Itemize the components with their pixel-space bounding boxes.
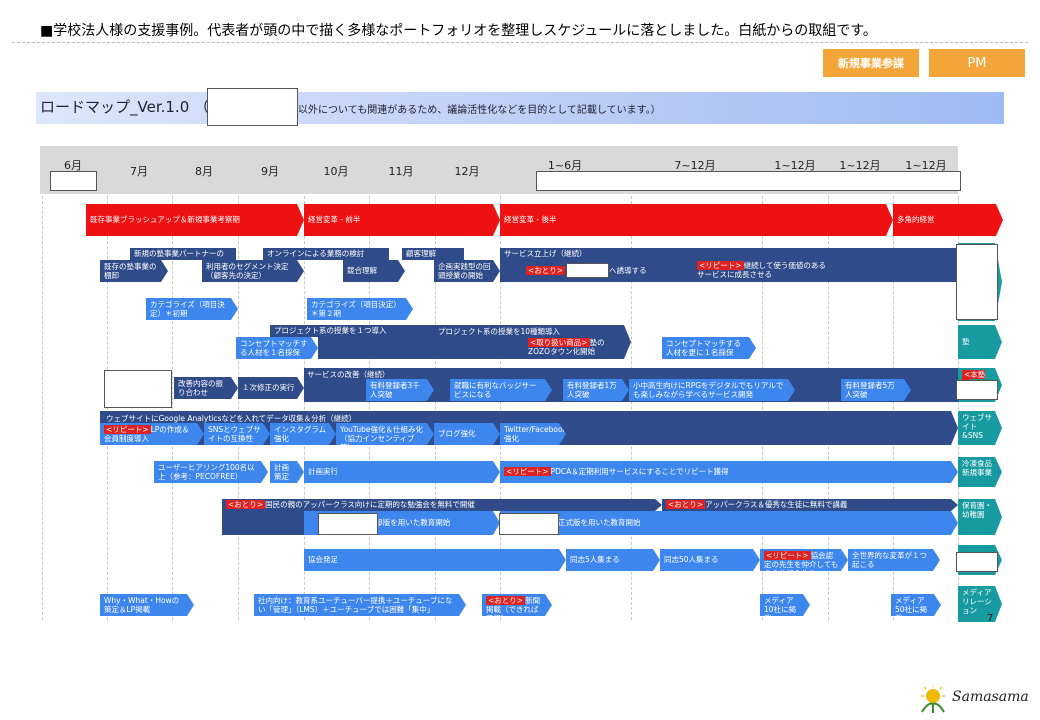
task-bar: インスタグラム強化: [270, 423, 336, 445]
side-label: 保育園・幼稚園: [958, 499, 1002, 535]
redaction-box: [956, 552, 998, 572]
task-bar: 有料登録者3千人突破: [366, 379, 434, 401]
task-label: プロジェクト系の授業を10種類導入: [438, 327, 561, 336]
phase-bar: 経営変革 - 前半: [304, 204, 500, 236]
brand-name: Samasama: [952, 689, 1029, 705]
grid-line: [238, 196, 239, 620]
task-bar: 計画実行: [304, 461, 500, 483]
task-label: <リピート> 継続して使う価値のあるサービスに成長させる: [697, 261, 826, 279]
task-bar: 協会発足: [304, 549, 566, 571]
task-bar: 新規の塾事業パートナーの: [130, 248, 236, 260]
task-bar: コンセプトマッチする人材を更に１名採保: [662, 337, 756, 359]
redaction-box: [956, 380, 998, 400]
grid-line: [42, 196, 43, 620]
phase-bar: 多角的経営: [893, 204, 1003, 236]
task-bar: 有料登録者1万人突破: [563, 379, 629, 401]
task-bar: メディア50社に掲載: [891, 594, 941, 616]
task-bar: サービス立上げ（継続）: [500, 248, 958, 260]
task-bar: 就職に有利なバッジサービスになる: [450, 379, 552, 401]
task-label: ウェブサイトにGoogle Analyticsなどを入れてデータ収集＆分析（継続…: [106, 414, 357, 423]
redaction-box: [536, 171, 961, 191]
roadmap-note: 以外についても関連があるため、議論活性化などを目的として記載しています。）: [298, 105, 661, 116]
task-bar: SNSとウェブサイトの互換性: [204, 423, 270, 445]
task-bar: 計画策定: [270, 461, 304, 483]
task-bar: 既存の塾事業の棚卸: [100, 260, 168, 282]
task-bar: オンラインによる業務の検討: [263, 248, 389, 260]
task-bar: [318, 337, 435, 359]
task-bar: 利用者のセグメント決定（顧客先の決定）: [202, 260, 304, 282]
task-bar: Why・What・Howの策定＆LP掲載: [100, 594, 194, 616]
roadmap-title: ロードマップ_Ver.1.0 （: [40, 98, 210, 116]
task-bar: <リピート>協会認定の先生を仲介してもらう仕組み作り: [760, 549, 848, 571]
task-bar: ユーザーヒアリング100名以上（参考：PECOFREE）: [154, 461, 268, 483]
task-bar: メディア10社に掲載: [760, 594, 810, 616]
redaction-box: [566, 263, 609, 278]
task-bar: 競合理解: [343, 260, 405, 282]
task-bar: [222, 511, 304, 535]
task-bar: <おとり> アッパークラス＆優秀な生徒に無料で講義: [662, 499, 958, 511]
task-bar: 同志5人集まる: [566, 549, 660, 571]
task-bar: 正式版を用いた教育開始: [500, 511, 958, 535]
redaction-box: [956, 244, 998, 320]
tag-pm: PM: [929, 49, 1025, 77]
grid-line: [107, 196, 108, 620]
task-bar: プロジェクト系の授業を１つ導入: [270, 325, 435, 337]
task-bar: <おとり> 国民の親のアッパークラス向けに定期的な勉強会を無料で開催: [222, 499, 662, 511]
task-bar: 改善内容の振り合わせ: [174, 377, 238, 399]
task-bar: 小中高生向けにRPGをデジタルでもリアルでも楽しみながら学べるサービス開発: [629, 379, 795, 401]
page-title: ■学校法人様の支援事例。代表者が頭の中で描く多様なポートフォリオを整理しスケジュ…: [40, 23, 877, 39]
task-label: <取り扱い商品> 塾のZOZOタウン化開始: [528, 338, 605, 356]
brand-logo-icon: [918, 684, 948, 714]
divider: [12, 42, 1028, 43]
redaction-box: [499, 513, 559, 535]
task-bar: 顧客理解: [402, 248, 464, 260]
redaction-box: [207, 88, 298, 126]
task-bar: カテゴライズ（項目決定）＊初期: [146, 298, 238, 320]
month-label: 12月: [454, 165, 480, 178]
phase-bar: 経営変革 - 後半: [500, 204, 893, 236]
side-label: 塾: [958, 325, 1002, 359]
task-bar: 企画実践型の回頭授業の開始: [434, 260, 500, 282]
month-label: 8月: [195, 165, 213, 178]
month-label: 9月: [261, 165, 279, 178]
task-label: サービスの改善（継続）: [307, 370, 390, 379]
task-bar: 社内向け：教育系ユーチューバー提携＋ユーチューブにない「管理」（LMS）＋ユーチ…: [254, 594, 466, 616]
month-label: 10月: [323, 165, 349, 178]
task-bar: カテゴライズ（項目決定）＊第２期: [307, 298, 413, 320]
task-bar: 同志50人集まる: [660, 549, 760, 571]
phase-bar: 既存事業ブラッシュアップ＆新規事業考察期: [86, 204, 304, 236]
task-bar: <おとり>新聞掲載（できれば日経）: [482, 594, 552, 616]
task-bar: 全世界的な変革が１つ起こる: [848, 549, 940, 571]
tag-new-business: 新規事業参謀: [823, 49, 919, 77]
task-bar: Twitter/Facebook強化: [500, 423, 566, 445]
side-label: ウェブサイト&SNS: [958, 411, 1002, 445]
task-bar: <リピート> PDCA＆定期利用サービスにすることでリピート獲得: [500, 461, 958, 483]
month-label: 7月: [130, 165, 148, 178]
task-bar: コンセプトマッチする人材を１名採保: [236, 337, 318, 359]
redaction-box: [318, 513, 378, 535]
page-number: 7: [987, 613, 994, 624]
redaction-box: [50, 171, 97, 191]
redaction-box: [104, 370, 172, 408]
task-bar: 有料登録者5万人突破: [841, 379, 911, 401]
task-bar: １次修正の実行: [238, 377, 304, 399]
task-bar: ブログ強化: [434, 423, 500, 445]
task-bar: YouTube強化＆仕組み化（協力インセンティブ等）: [336, 423, 434, 445]
side-label: 冷凍食品新規事業: [958, 457, 1002, 487]
side-label: メディアリレーション: [958, 586, 1002, 622]
month-label: 11月: [388, 165, 414, 178]
task-bar: <リピート> LPの作成＆会員制度導入: [100, 423, 204, 445]
